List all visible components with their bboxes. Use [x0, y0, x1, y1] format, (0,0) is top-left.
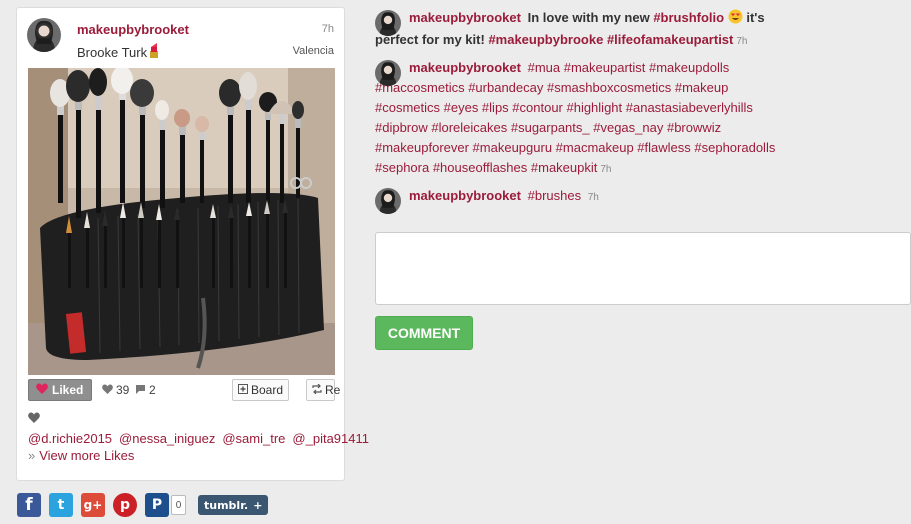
comment-avatar[interactable]: [375, 60, 401, 86]
repost-label: Re: [325, 383, 341, 397]
hashtag-link[interactable]: #lifeofamakeupartist: [607, 32, 733, 47]
likes-count[interactable]: 39: [102, 383, 129, 397]
comments-list: makeupbybrooket In love with my new #bru…: [375, 8, 805, 214]
post-photo[interactable]: [28, 68, 335, 375]
heart-outline-icon: [102, 383, 113, 397]
comment-username[interactable]: makeupbybrooket: [409, 60, 521, 75]
comment-item: makeupbybrooket #brushes 7h: [375, 186, 805, 214]
post-header: makeupbybrooket 7h Brooke Turk Valencia: [17, 8, 344, 68]
comment-continuation: perfect for my kit! #makeupbybrooke #lif…: [375, 30, 805, 52]
likes-count-value: 39: [116, 383, 130, 397]
facebook-share-icon[interactable]: f: [17, 493, 41, 517]
hashtag-link[interactable]: #makeupbybrooke: [488, 32, 603, 47]
comment-timestamp: 7h: [600, 164, 612, 175]
comment-submit-button[interactable]: COMMENT: [375, 316, 473, 350]
lipstick-emoji-icon: [149, 43, 159, 61]
comment-text: In love with my new: [527, 10, 650, 25]
comments-count[interactable]: 2: [135, 383, 156, 397]
heart-icon: [36, 383, 48, 397]
comment-item: makeupbybrooket #mua #makeupartist #make…: [375, 58, 805, 180]
plus-box-icon: [238, 383, 248, 397]
repost-button[interactable]: Re: [306, 379, 340, 401]
comment-username[interactable]: makeupbybrooket: [409, 188, 521, 203]
view-more-label: View more Likes: [39, 448, 135, 463]
post-fullname: Brooke Turk: [77, 43, 159, 61]
comment-item: makeupbybrooket In love with my new #bru…: [375, 8, 805, 52]
pinterest-share-icon[interactable]: p: [113, 493, 137, 517]
hashtags-line[interactable]: #makeupforever #makeupguru #macmakeup #f…: [375, 138, 805, 158]
comment-bubble-icon: [135, 383, 146, 397]
publicize-count: 0: [171, 495, 186, 515]
comments-count-value: 2: [149, 383, 156, 397]
comment-text: it's: [746, 10, 765, 25]
plus-icon: +: [253, 498, 263, 512]
hashtags-line[interactable]: #cosmetics #eyes #lips #contour #highlig…: [375, 98, 805, 118]
board-label: Board: [251, 383, 284, 397]
hashtag-link[interactable]: #brushes: [528, 188, 581, 203]
liker-link[interactable]: @sami_tre: [222, 431, 285, 446]
post-actions-bar: Liked 39 2 Board Re: [28, 379, 340, 401]
raquo-icon: »: [28, 448, 36, 463]
comment-avatar[interactable]: [375, 10, 401, 36]
hashtags-line[interactable]: #dipbrow #loreleicakes #sugarpants_ #veg…: [375, 118, 805, 138]
hashtags-line[interactable]: #mua #makeupartist #makeupdolls: [528, 60, 730, 75]
comment-username[interactable]: makeupbybrooket: [409, 10, 521, 25]
board-button[interactable]: Board: [232, 379, 290, 401]
hashtags-line[interactable]: #maccosmetics #urbandecay #smashboxcosme…: [375, 78, 805, 98]
publicize-share-icon[interactable]: P: [145, 493, 169, 517]
comment-timestamp: 7h: [587, 192, 599, 203]
post-location[interactable]: Valencia: [293, 45, 334, 57]
smiling-heart-eyes-emoji-icon: [728, 9, 743, 30]
post-username-link[interactable]: makeupbybrooket: [77, 22, 189, 37]
share-bar: f t g+ p P 0 tumblr. +: [17, 492, 269, 518]
view-more-likes-link[interactable]: » View more Likes: [28, 448, 134, 463]
user-avatar[interactable]: [27, 18, 61, 52]
likers-list: @d.richie2015 @nessa_iniguez @sami_tre @_pi…: [28, 408, 369, 449]
comment-textarea[interactable]: [375, 232, 911, 305]
tumblr-share-button[interactable]: tumblr. +: [198, 495, 269, 515]
comment-continuation: #sephora #houseofflashes #makeupkit 7h: [375, 158, 805, 180]
googleplus-share-icon[interactable]: g+: [81, 493, 105, 517]
tumblr-label: tumblr.: [204, 498, 249, 512]
fullname-text: Brooke Turk: [77, 45, 148, 60]
twitter-share-icon[interactable]: t: [49, 493, 73, 517]
post-card: makeupbybrooket 7h Brooke Turk Valencia: [16, 7, 369, 481]
liker-link[interactable]: @d.richie2015: [28, 431, 112, 446]
liked-button[interactable]: Liked: [28, 379, 93, 401]
hashtag-link[interactable]: #brushfolio: [653, 10, 724, 25]
hashtags-line[interactable]: #sephora #houseofflashes #makeupkit: [375, 160, 597, 175]
repost-icon: [312, 383, 322, 397]
liker-link[interactable]: @_pita91411: [292, 431, 369, 446]
liked-label: Liked: [52, 383, 84, 397]
heart-likers-icon: [28, 409, 40, 429]
liker-link[interactable]: @nessa_iniguez: [119, 431, 215, 446]
comment-avatar[interactable]: [375, 188, 401, 214]
comment-timestamp: 7h: [736, 36, 748, 47]
post-timestamp: 7h: [321, 23, 334, 35]
